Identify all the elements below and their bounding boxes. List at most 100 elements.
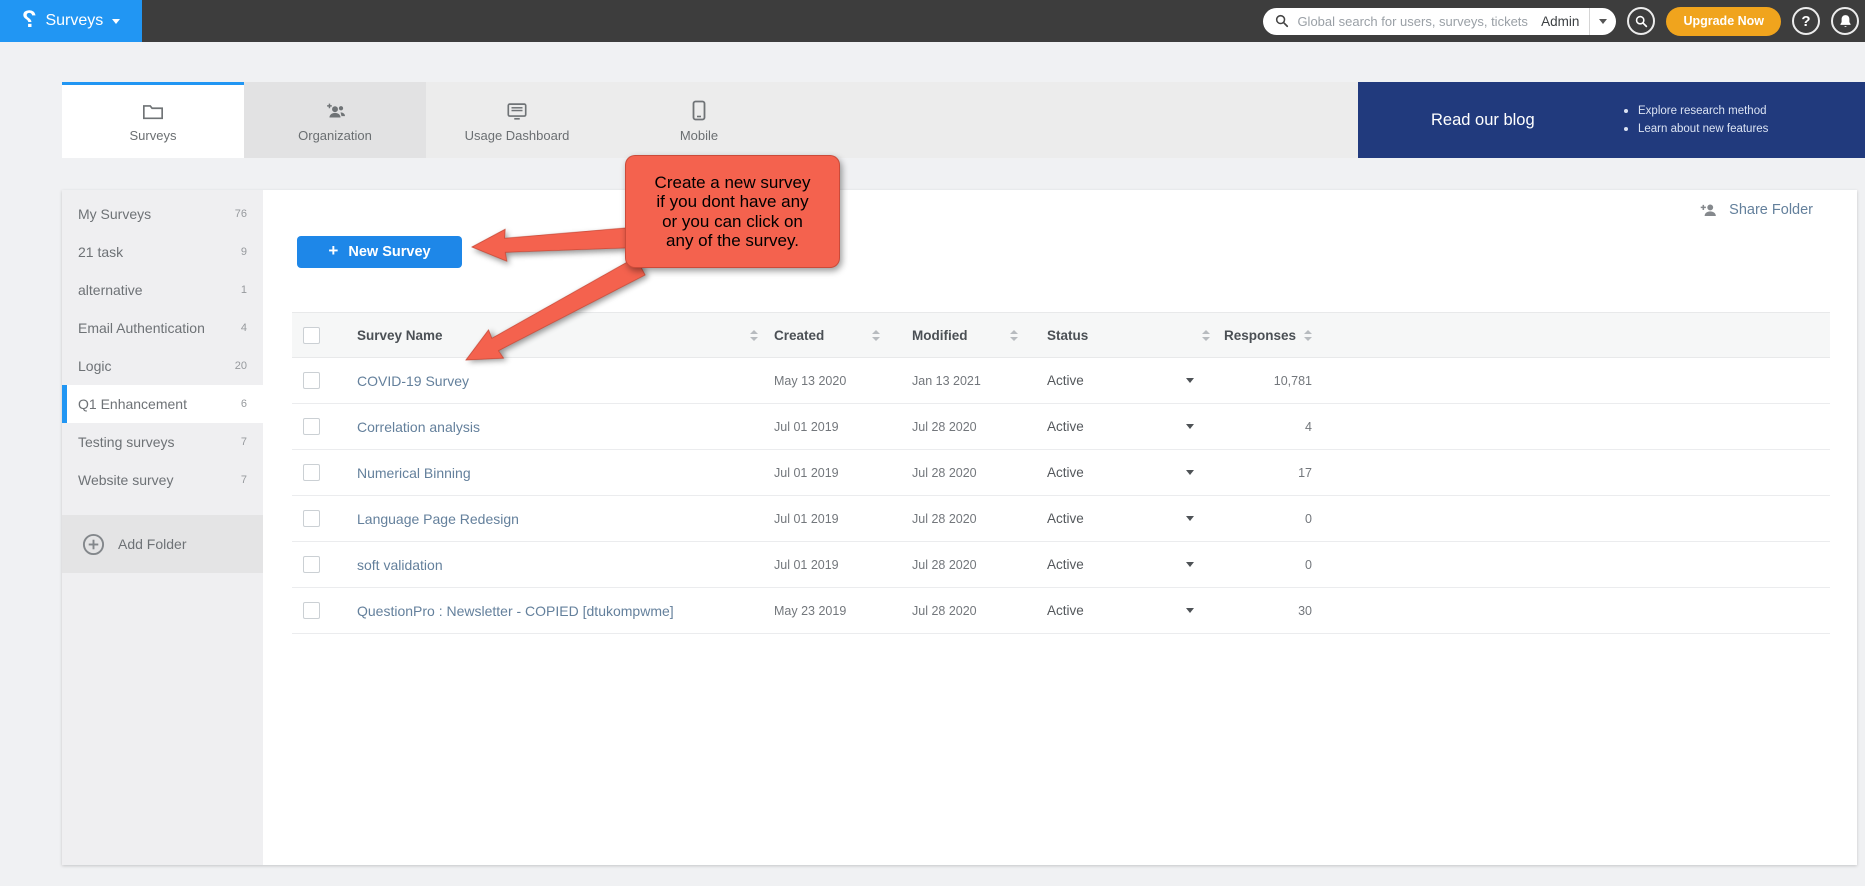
sidebar-item-21-task[interactable]: 21 task 9 [62, 233, 263, 271]
search-icon [1275, 14, 1289, 28]
sidebar-item-alternative[interactable]: alternative 1 [62, 271, 263, 309]
help-button[interactable]: ? [1792, 7, 1820, 35]
responses-cell: 30 [1222, 604, 1330, 618]
folder-count: 6 [241, 398, 247, 410]
sort-button[interactable] [872, 330, 880, 341]
created-cell: Jul 01 2019 [770, 512, 892, 526]
row-checkbox[interactable] [303, 556, 320, 573]
row-checkbox[interactable] [303, 510, 320, 527]
tab-organization[interactable]: Organization [244, 82, 426, 158]
created-cell: May 23 2019 [770, 604, 892, 618]
tab-surveys[interactable]: Surveys [62, 82, 244, 158]
responses-cell: 17 [1222, 466, 1330, 480]
table-row: soft validation Jul 01 2019 Jul 28 2020 … [292, 542, 1830, 588]
survey-table: Survey Name Created Modified Status Resp… [292, 312, 1830, 634]
column-header-responses: Responses [1224, 328, 1296, 343]
callout-text: Create a new survey if you dont have any… [655, 173, 811, 251]
tab-label: Surveys [130, 128, 177, 143]
dashboard-icon [506, 101, 528, 121]
status-value: Active [1047, 419, 1084, 434]
sort-button[interactable] [1304, 330, 1312, 341]
column-header-modified: Modified [912, 328, 968, 343]
modified-cell: Jul 28 2020 [892, 512, 1030, 526]
modified-cell: Jul 28 2020 [892, 420, 1030, 434]
survey-name-link[interactable]: soft validation [357, 557, 443, 573]
questionpro-logo-icon: ? [22, 8, 37, 32]
new-survey-button[interactable]: + New Survey [297, 236, 462, 268]
survey-name-link[interactable]: COVID-19 Survey [357, 373, 469, 389]
sort-button[interactable] [1010, 330, 1018, 341]
share-person-icon [1699, 202, 1718, 218]
select-all-checkbox[interactable] [303, 327, 320, 344]
column-header-status: Status [1047, 328, 1088, 343]
mobile-icon [692, 100, 706, 121]
sidebar-item-email-authentication[interactable]: Email Authentication 4 [62, 309, 263, 347]
survey-name-link[interactable]: Language Page Redesign [357, 511, 519, 527]
table-row: Correlation analysis Jul 01 2019 Jul 28 … [292, 404, 1830, 450]
folder-count: 9 [241, 246, 247, 258]
bell-icon [1839, 14, 1852, 28]
sort-button[interactable] [1202, 330, 1210, 341]
created-cell: Jul 01 2019 [770, 420, 892, 434]
sidebar-item-my-surveys[interactable]: My Surveys 76 [62, 195, 263, 233]
banner-bullet-list: Explore research method Learn about new … [1624, 102, 1768, 138]
topbar: ? Surveys Admin Upgrade Now ? [0, 0, 1865, 42]
tabstrip: Surveys Organization Usage Dashboard Mob… [62, 82, 1358, 158]
responses-cell: 10,781 [1222, 374, 1330, 388]
folder-count: 7 [241, 474, 247, 486]
folder-count: 20 [235, 360, 247, 372]
row-checkbox[interactable] [303, 602, 320, 619]
status-dropdown[interactable] [1186, 378, 1194, 383]
tab-mobile[interactable]: Mobile [608, 82, 790, 158]
add-folder-button[interactable]: Add Folder [62, 515, 263, 573]
status-dropdown[interactable] [1186, 424, 1194, 429]
notifications-button[interactable] [1831, 7, 1859, 35]
folder-count: 1 [241, 284, 247, 296]
global-search-input[interactable] [1297, 14, 1541, 29]
row-checkbox[interactable] [303, 464, 320, 481]
folder-count: 4 [241, 322, 247, 334]
circle-plus-icon [82, 533, 105, 556]
status-dropdown[interactable] [1186, 470, 1194, 475]
banner-bullet-link[interactable]: Learn about new features [1624, 120, 1768, 138]
chevron-down-icon [1599, 19, 1607, 24]
sidebar-item-testing-surveys[interactable]: Testing surveys 7 [62, 423, 263, 461]
search-button[interactable] [1627, 7, 1655, 35]
tab-label: Organization [298, 128, 372, 143]
created-cell: May 13 2020 [770, 374, 892, 388]
search-scope-dropdown[interactable] [1590, 8, 1616, 35]
sidebar-item-logic[interactable]: Logic 20 [62, 347, 263, 385]
survey-name-link[interactable]: Correlation analysis [357, 419, 480, 435]
search-scope-label: Admin [1541, 14, 1579, 29]
topbar-right: Admin Upgrade Now ? [1263, 6, 1859, 36]
folder-count: 76 [235, 208, 247, 220]
row-checkbox[interactable] [303, 418, 320, 435]
folder-list: My Surveys 76 21 task 9 alternative 1 Em… [62, 190, 263, 499]
tab-usage-dashboard[interactable]: Usage Dashboard [426, 82, 608, 158]
responses-cell: 0 [1222, 558, 1330, 572]
survey-name-link[interactable]: Numerical Binning [357, 465, 471, 481]
sidebar-item-q1-enhancement[interactable]: Q1 Enhancement 6 [62, 385, 263, 423]
folder-count: 7 [241, 436, 247, 448]
sort-button[interactable] [750, 330, 758, 341]
status-value: Active [1047, 511, 1084, 526]
banner-bullet-link[interactable]: Explore research method [1624, 102, 1768, 120]
read-our-blog-link[interactable]: Read our blog [1431, 111, 1606, 130]
status-dropdown[interactable] [1186, 516, 1194, 521]
table-row: COVID-19 Survey May 13 2020 Jan 13 2021 … [292, 358, 1830, 404]
created-cell: Jul 01 2019 [770, 558, 892, 572]
upgrade-now-button[interactable]: Upgrade Now [1666, 7, 1781, 36]
column-header-survey-name: Survey Name [357, 328, 443, 343]
sidebar-item-website-survey[interactable]: Website survey 7 [62, 461, 263, 499]
survey-name-link[interactable]: QuestionPro : Newsletter - COPIED [dtuko… [357, 603, 674, 619]
survey-list-panel: + New Survey Share Folder Survey Name Cr… [263, 190, 1857, 865]
blog-banner: Read our blog Explore research method Le… [1358, 82, 1865, 158]
status-dropdown[interactable] [1186, 608, 1194, 613]
row-checkbox[interactable] [303, 372, 320, 389]
status-dropdown[interactable] [1186, 562, 1194, 567]
tutorial-callout: Create a new survey if you dont have any… [625, 155, 840, 268]
share-folder-button[interactable]: Share Folder [1699, 202, 1813, 218]
product-switcher[interactable]: ? Surveys [0, 0, 142, 42]
product-label: Surveys [45, 12, 103, 30]
global-search[interactable]: Admin [1263, 8, 1616, 35]
